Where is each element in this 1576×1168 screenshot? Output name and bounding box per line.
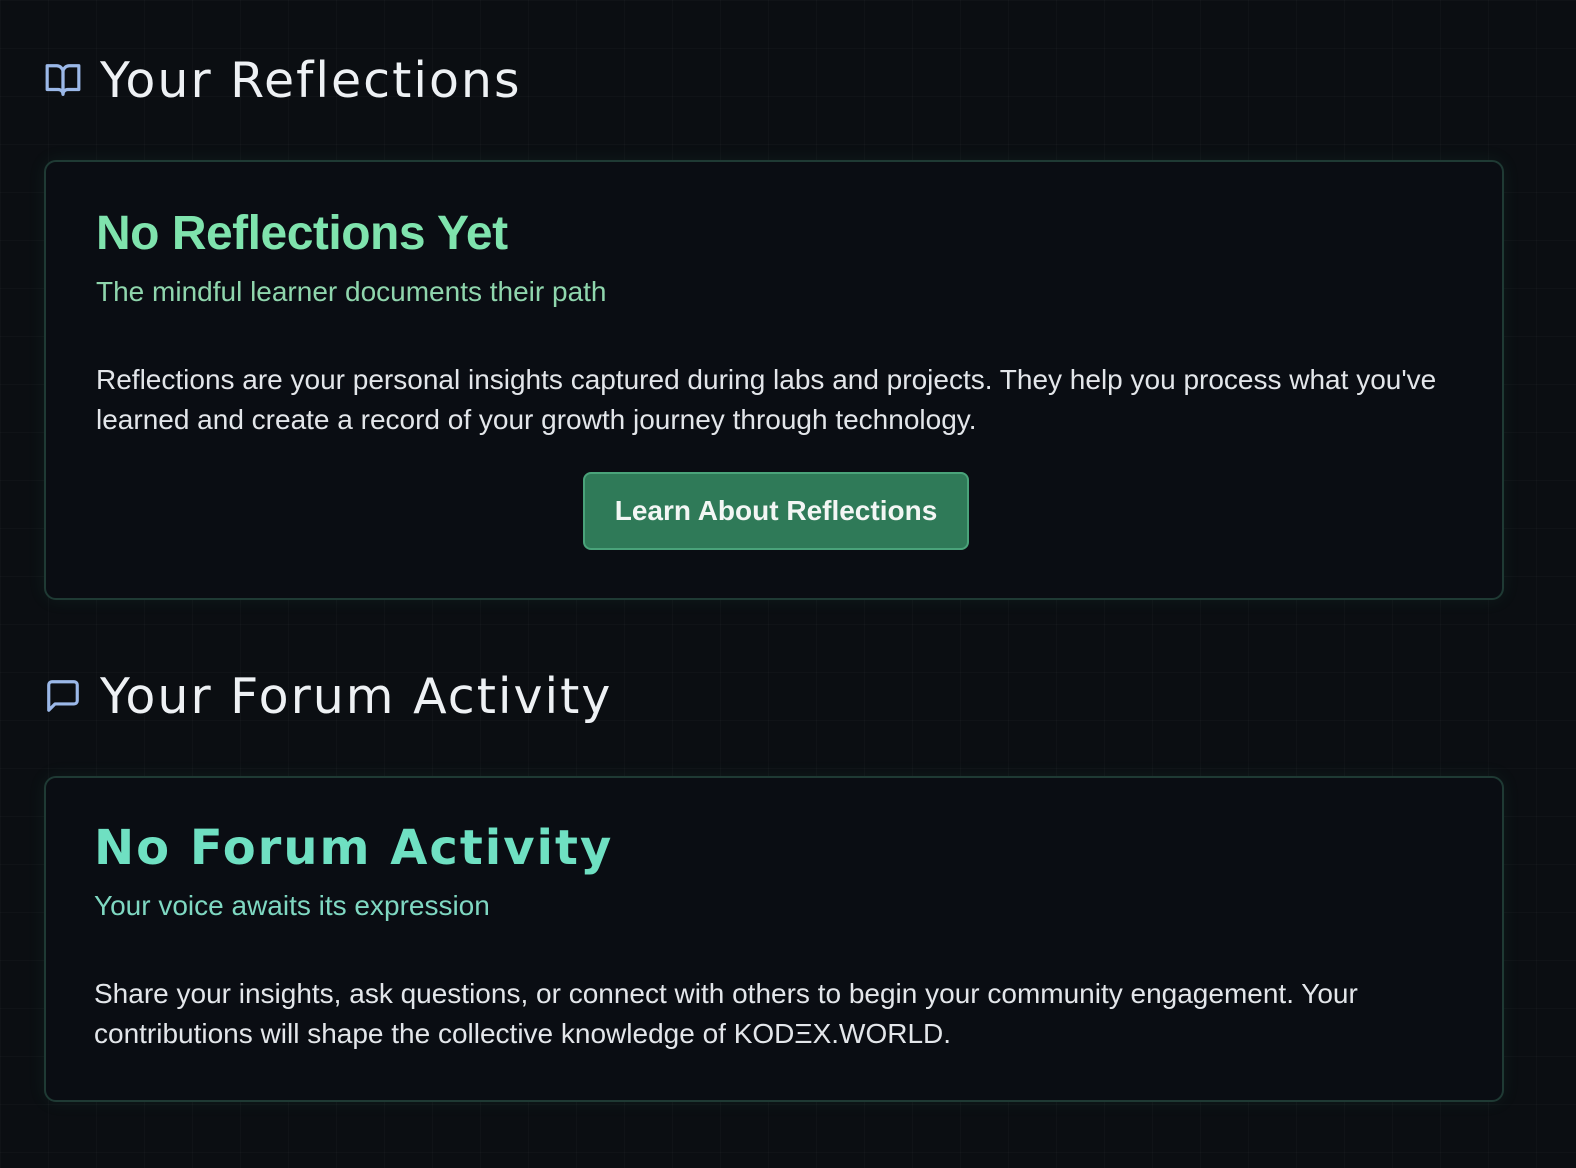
forum-empty-description: Share your insights, ask questions, or c… [94,978,1358,1049]
reflections-section-header: Your Reflections [44,52,522,108]
reflections-empty-title: No Reflections Yet [96,207,508,260]
learn-about-reflections-button[interactable]: Learn About Reflections [583,472,969,550]
reflections-empty-subtitle: The mindful learner documents their path [96,276,607,307]
forum-heading: Your Forum Activity [100,667,613,725]
reflections-heading: Your Reflections [100,51,522,109]
message-square-icon [44,677,82,715]
forum-empty-subtitle: Your voice awaits its expression [94,890,490,921]
book-open-icon [44,61,82,99]
forum-section-header: Your Forum Activity [44,668,612,724]
reflections-empty-card: No Reflections Yet The mindful learner d… [44,160,1504,600]
reflections-empty-description: Reflections are your personal insights c… [96,364,1437,435]
forum-empty-card: No Forum Activity Your voice awaits its … [44,776,1504,1102]
forum-empty-title: No Forum Activity [94,820,614,876]
